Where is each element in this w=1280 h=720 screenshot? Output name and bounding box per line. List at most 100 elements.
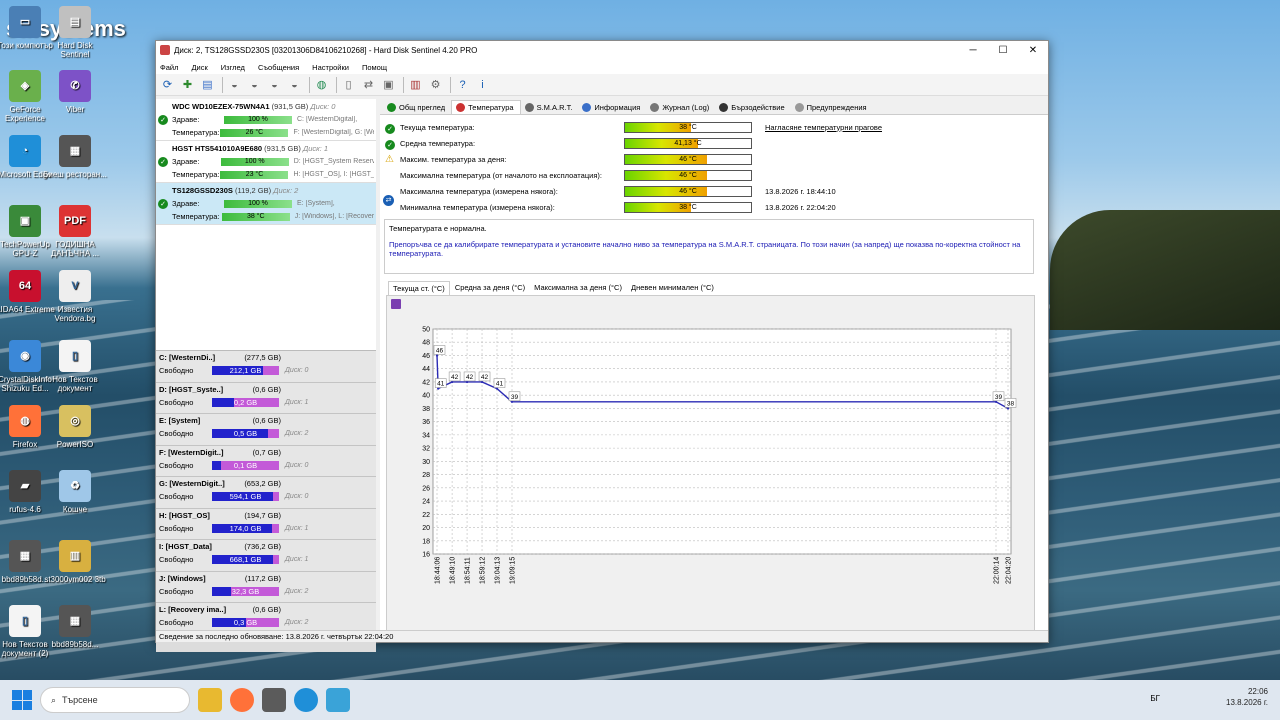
y-tick-label: 16 (422, 552, 430, 559)
send-report-icon[interactable]: ⇄ (360, 76, 377, 93)
chart-tab[interactable]: Максимална за деня (°C) (530, 281, 626, 295)
volume-entry[interactable]: I: [HGST_Data] (736,2 GB) Свободно 668,1 GB… (156, 540, 376, 572)
volume-entry[interactable]: J: [Windows] (117,2 GB) Свободно 32,3 GB Дис… (156, 571, 376, 603)
disk-entry[interactable]: WDC WD10EZEX-75WN4A1 (931,5 GB) Диск: 0 ✓… (156, 99, 376, 141)
desktop-shortcut[interactable]: ♻ Кошче (42, 470, 108, 514)
menu-item[interactable]: Файл (160, 63, 178, 72)
firefox-icon[interactable] (230, 688, 254, 712)
menu-item[interactable]: Диск (191, 63, 207, 72)
partitions-text: F: [WesternDigital], G: [Wes (293, 129, 374, 136)
tab-3[interactable]: Информация (578, 101, 646, 114)
volume-entry[interactable]: C: [WesternDi..] (277,5 GB) Свободно 212,1 … (156, 351, 376, 383)
taskbar-search[interactable]: ⌕ Търсене (40, 687, 190, 713)
free-label: Свободно (159, 397, 194, 407)
save-report-icon[interactable]: ▣ (380, 76, 397, 93)
volume-title: J: [Windows] (117,2 GB) (159, 574, 373, 583)
disk-entry[interactable]: TS128GSSD230S (119,2 GB) Диск: 2 ✓ Здраве:… (156, 183, 376, 225)
calibrate-icon[interactable]: ⇄ (383, 195, 394, 206)
volume-entry[interactable]: E: [System] (0,6 GB) Свободно 0,5 GB Диск: 2 (156, 414, 376, 446)
chart-tab[interactable]: Дневен минимален (°C) (627, 281, 718, 295)
file-explorer-icon[interactable] (198, 688, 222, 712)
language-indicator[interactable]: БГ (1150, 694, 1160, 703)
temperature-label: Минимална температура (измерена някога): (384, 203, 624, 212)
desktop-shortcut[interactable]: ▦ bbd89b58d... (42, 605, 108, 649)
tab-4[interactable]: Журнал (Log) (646, 101, 715, 114)
volume-entry[interactable]: H: [HGST_OS] (194,7 GB) Свободно 174,0 GB Ди… (156, 508, 376, 540)
threshold-link[interactable]: Нагласяне температурни прагове (765, 123, 882, 132)
volume-entry[interactable]: D: [HGST_Syste..] (0,6 GB) Свободно 0,2 GB Д… (156, 382, 376, 414)
desktop-shortcut[interactable]: V Известия Vendora.bg (42, 270, 108, 323)
desktop-shortcut[interactable]: ◎ PowerISO (42, 405, 108, 449)
refresh-icon[interactable]: ⟳ (159, 76, 176, 93)
desktop-shortcut[interactable]: ▯ Нов Текстов документ (42, 340, 108, 393)
tab-label: S.M.A.R.T. (536, 103, 573, 112)
info-icon[interactable]: i (474, 76, 491, 93)
report-icon[interactable]: ▯ (340, 76, 357, 93)
desktop-shortcut[interactable]: ▦ Биеш ресторан... (42, 135, 108, 179)
note-status: Температурата е нормална. (389, 224, 487, 233)
desktop-shortcut[interactable]: PDF ГОДИШНА ДАНЪЧНА ... (42, 205, 108, 258)
desktop-shortcut[interactable]: ▤ Hard Disk Sentinel (42, 6, 108, 59)
desktop-shortcut[interactable]: ✆ Viber (42, 70, 108, 114)
volume-free-row: Свободно 212,1 GB Диск: 0 (159, 366, 373, 375)
menu-bar: Файл Диск Изглед Съобщения Настройки Помощ (156, 60, 1048, 74)
y-tick-label: 50 (422, 327, 430, 334)
y-tick-label: 32 (422, 446, 430, 453)
edge-icon[interactable] (294, 688, 318, 712)
disk-entry[interactable]: HGST HTS541010A9E680 (931,5 GB) Диск: 1 ✓… (156, 141, 376, 183)
start-button[interactable] (12, 690, 32, 710)
main-tabs: Общ преглед Температура S.M.A.R.T. Информац… (380, 99, 1048, 115)
y-tick-label: 48 (422, 340, 430, 347)
surface-write-icon[interactable]: ◒ (266, 76, 283, 93)
volume-entry[interactable]: G: [WesternDigit..] (653,2 GB) Свободно 594… (156, 477, 376, 509)
temperature-label: ✓ Текуща температура: (384, 123, 624, 134)
x-tick-label: 18:49:10 (450, 557, 457, 584)
shortcut-icon: ▦ (59, 605, 91, 637)
clock-time: 22:06 (1247, 687, 1268, 696)
menu-item[interactable]: Изглед (221, 63, 245, 72)
shortcut-icon: ▤ (59, 6, 91, 38)
tab-label: Информация (594, 103, 641, 112)
web-icon[interactable]: ◍ (313, 76, 330, 93)
settings-icon[interactable]: ⚙ (427, 76, 444, 93)
title-bar[interactable]: Диск: 2, TS128GSSD230S [03201306D8410621… (156, 41, 1048, 60)
desktop-shortcut[interactable]: ▥ st3000vm002 3tb (42, 540, 108, 584)
volume-disk: Диск: 1 (285, 524, 309, 532)
help-icon[interactable]: ? (454, 76, 471, 93)
health-icon[interactable]: ✚ (179, 76, 196, 93)
status-bar: Сведение за последно обновяване: 13.8.20… (156, 630, 1048, 642)
menu-item[interactable]: Помощ (362, 63, 387, 72)
disk-health-row: ✓ Здраве: 100 % D: [HGST_System Reserve (158, 155, 374, 168)
temperature-bar: 46 °C (624, 185, 752, 197)
close-button[interactable]: ✕ (1018, 41, 1048, 60)
alert-icon[interactable]: ▥ (407, 76, 424, 93)
clock[interactable]: 22:06 13.8.2026 г. (1226, 686, 1268, 708)
tab-1[interactable]: Температура (451, 100, 521, 114)
free-label: Свободно (159, 523, 194, 533)
surface-test-icon[interactable]: ◒ (226, 76, 243, 93)
maximize-button[interactable]: ☐ (988, 41, 1018, 60)
shortcut-icon: PDF (59, 205, 91, 237)
network-app-icon[interactable] (326, 688, 350, 712)
tab-2[interactable]: S.M.A.R.T. (521, 101, 579, 114)
chart-tab[interactable]: Текуща ст. (°C) (388, 281, 450, 295)
calculator-icon[interactable] (262, 688, 286, 712)
minimize-button[interactable]: ─ (958, 41, 988, 60)
tab-6[interactable]: Предупреждения (791, 101, 873, 114)
tab-5[interactable]: Бързодействие (715, 101, 790, 114)
surface-read-icon[interactable]: ◒ (246, 76, 263, 93)
chart-tab[interactable]: Средна за деня (°C) (451, 281, 529, 295)
disk-name: HGST HTS541010A9E680 (931,5 GB) Диск: 1 (158, 142, 374, 155)
temperature-value: 46 °C (679, 187, 697, 195)
x-tick-label: 18:59:12 (480, 557, 487, 584)
disk-info-icon[interactable]: ▤ (199, 76, 216, 93)
volume-entry[interactable]: F: [WesternDigit..] (0,7 GB) Свободно 0,1 G… (156, 445, 376, 477)
menu-item[interactable]: Съобщения (258, 63, 299, 72)
y-tick-label: 34 (422, 432, 430, 439)
surface-refresh-icon[interactable]: ◒ (286, 76, 303, 93)
temperature-label-text: Максим. температура за деня: (400, 154, 507, 164)
menu-item[interactable]: Настройки (312, 63, 349, 72)
tab-0[interactable]: Общ преглед (383, 101, 451, 114)
volume-name: D: [HGST_Syste..] (159, 384, 224, 394)
